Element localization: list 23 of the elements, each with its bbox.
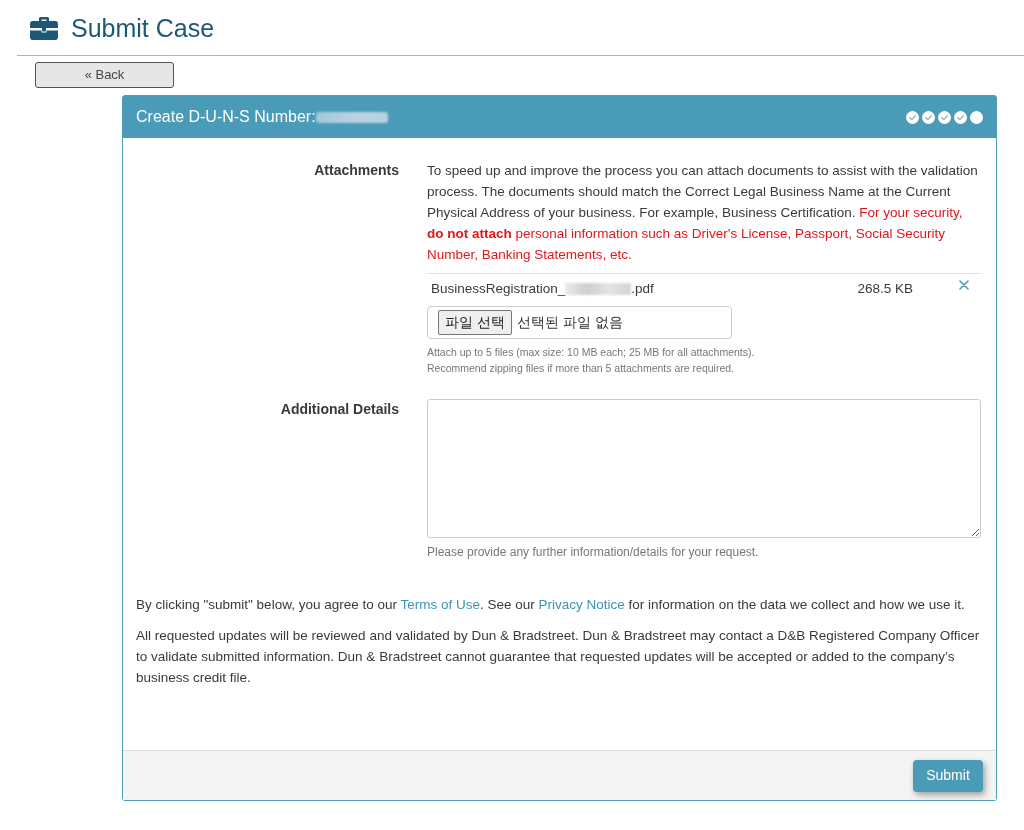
notice-text: By clicking "submit" below, you agree to our Terms of Use. See our Privacy Notice for information on the data we collect and how we use it. — [136, 596, 966, 614]
file-name: BusinessRegistration_ — [431, 280, 566, 296]
help-text: Please provide any further information/details for your request. — [427, 544, 760, 561]
remove-icon[interactable] — [959, 280, 969, 290]
choose-file-button[interactable]: 파일 선택 — [438, 310, 512, 335]
back-button[interactable]: « Back — [35, 62, 174, 88]
help-text: Recommend zipping files if more than 5 attachments are required. — [427, 361, 735, 376]
card-title: Create D-U-N-S Number: — [136, 107, 316, 127]
attachments-description: To speed up and improve the process you can attach documents to assist with the validation process. The documents should match the Correct Legal Business Name at the Current Physical Address of your business. For example, Business Certification. For your security, do not attach personal information such as Driver's License, Passport, Social Security Number, Banking Statements, etc. — [427, 162, 979, 264]
file-status: 선택된 파일 없음 — [516, 313, 623, 332]
briefcase-icon — [30, 15, 58, 40]
field-label: Additional Details — [279, 400, 399, 419]
file-name: .pdf — [631, 280, 654, 296]
notice-text: All requested updates will be reviewed and validated by Dun & Bradstreet. Dun & Bradstreet may contact a D&B Registered Company Officer to validate submitted information. Dun & Bradstreet cannot guarantee that requested updates will be accepted or added to the company’s business credit file. — [136, 627, 981, 687]
details-field[interactable] — [427, 399, 981, 538]
help-text: Attach up to 5 files (max size: 10 MB each; 25 MB for all attachments). — [427, 345, 756, 360]
text-link[interactable]: Privacy Notice — [538, 597, 625, 612]
text-link[interactable]: Terms of Use — [400, 597, 480, 612]
file-input[interactable]: 파일 선택 선택된 파일 없음 — [427, 306, 732, 339]
field-label: Attachments — [313, 161, 399, 180]
file-size: 268.5 KB — [857, 279, 913, 298]
page-title: Submit Case — [71, 12, 215, 43]
blurred-block — [565, 283, 632, 296]
